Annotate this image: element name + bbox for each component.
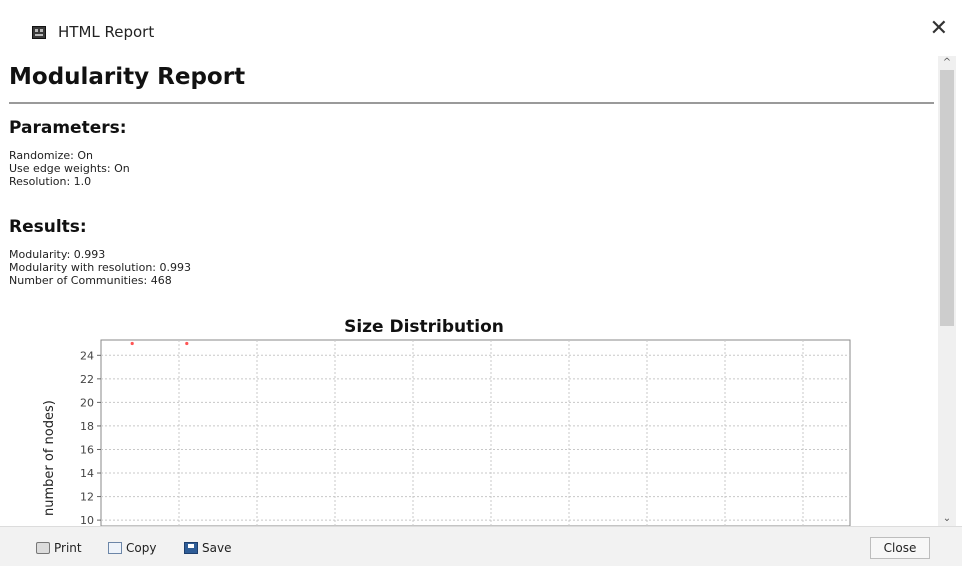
report-title: Modularity Report: [9, 64, 246, 90]
title-bar: HTML Report ✕: [0, 0, 962, 56]
scroll-thumb[interactable]: [940, 70, 954, 326]
save-icon: [184, 542, 198, 554]
chart-title: Size Distribution: [344, 317, 504, 337]
copy-button[interactable]: Copy: [108, 541, 156, 555]
copy-label: Copy: [126, 541, 157, 555]
scroll-up-arrow-icon[interactable]: ^: [938, 56, 956, 70]
close-icon[interactable]: ✕: [930, 18, 948, 40]
param-resolution: Resolution: 1.0: [9, 175, 92, 188]
print-label: Print: [54, 541, 82, 555]
size-distribution-chart: Size Distribution 10 12 14 16 18 20 22 24 numbe…: [42, 317, 851, 526]
scroll-down-arrow-icon[interactable]: ⌄: [938, 512, 956, 526]
y-tick-label: 22: [80, 373, 94, 386]
report-content: Modularity Report Parameters: Randomize:…: [0, 56, 938, 526]
y-tick-label: 16: [80, 443, 94, 456]
print-icon: [36, 542, 50, 554]
close-button[interactable]: Close: [870, 537, 930, 559]
bottom-toolbar: Print Copy Save Close: [0, 526, 962, 566]
result-modularity-resolution: Modularity with resolution: 0.993: [9, 261, 192, 274]
print-button[interactable]: Print: [36, 541, 82, 555]
html-report-window: HTML Report ✕ Modularity Report Paramete…: [0, 0, 962, 566]
results-heading: Results:: [9, 217, 87, 237]
y-axis-label: number of nodes): [42, 400, 57, 516]
copy-icon: [108, 542, 122, 554]
y-tick-label: 18: [80, 420, 94, 433]
y-tick-label: 24: [80, 349, 94, 362]
result-communities: Number of Communities: 468: [9, 274, 172, 287]
y-tick-label: 10: [80, 514, 94, 526]
scatter-point: [130, 341, 134, 346]
scatter-point: [185, 341, 189, 346]
save-label: Save: [202, 541, 232, 555]
plot-area: [100, 339, 851, 526]
y-tick-label: 20: [80, 396, 94, 409]
window-title: HTML Report: [58, 23, 155, 41]
param-randomize: Randomize: On: [9, 149, 93, 162]
vertical-scrollbar[interactable]: ^ ⌄: [938, 56, 956, 526]
y-tick-label: 12: [80, 491, 94, 504]
y-tick-label: 14: [80, 467, 94, 480]
app-icon: [32, 26, 46, 39]
title-divider: [9, 102, 934, 104]
result-modularity: Modularity: 0.993: [9, 248, 106, 261]
parameters-heading: Parameters:: [9, 118, 127, 138]
param-edge-weights: Use edge weights: On: [9, 162, 130, 175]
save-button[interactable]: Save: [184, 541, 231, 555]
